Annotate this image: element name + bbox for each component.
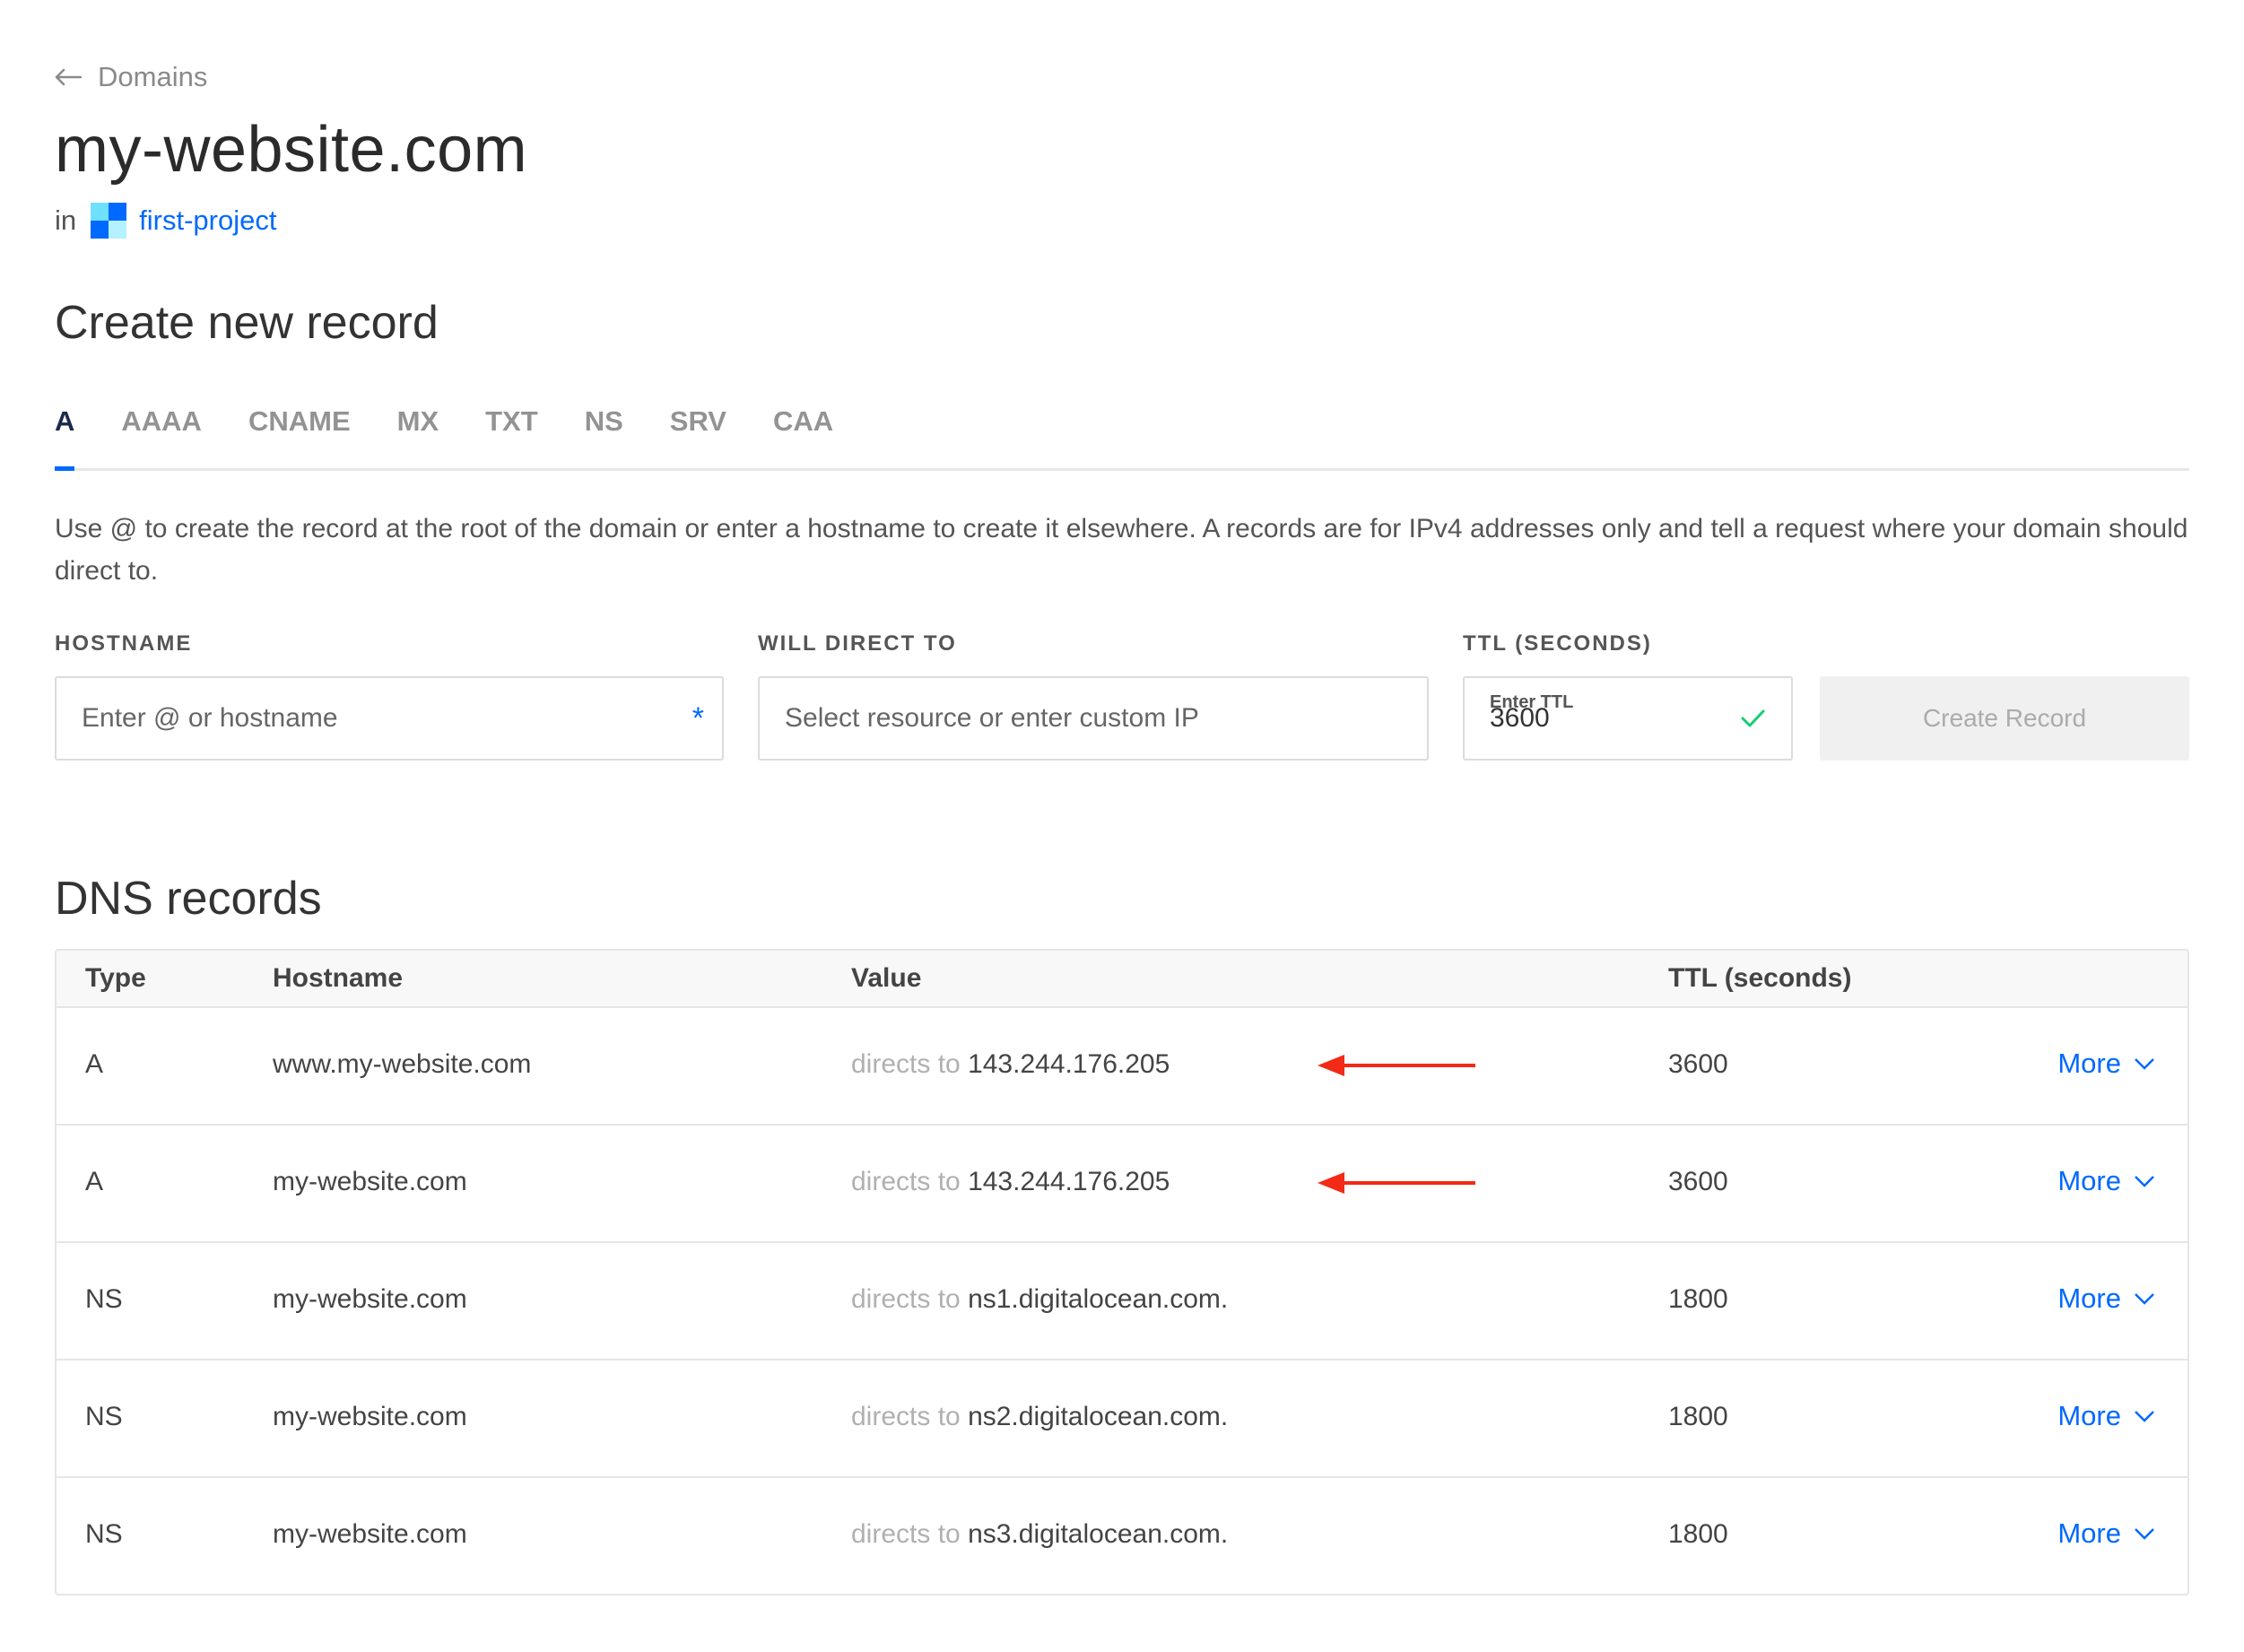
record-type: NS <box>85 1284 123 1314</box>
tab-mx[interactable]: MX <box>397 402 439 468</box>
table-row: A www.my-website.com directs to 143.244.… <box>57 1008 2187 1126</box>
hostname-label: HOSTNAME <box>55 631 193 656</box>
hostname-field: * <box>55 676 724 761</box>
check-icon <box>1741 709 1765 727</box>
table-row: NS my-website.com directs to ns1.digital… <box>57 1243 2187 1361</box>
project-icon <box>91 203 127 239</box>
more-label: More <box>2057 1048 2121 1079</box>
hostname-input[interactable] <box>82 678 614 759</box>
record-value-text: ns3.digitalocean.com. <box>968 1519 1229 1549</box>
record-type: NS <box>85 1402 123 1431</box>
more-label: More <box>2057 1400 2121 1431</box>
breadcrumb[interactable]: Domains <box>55 61 207 93</box>
record-hostname: my-website.com <box>273 1519 467 1549</box>
more-button[interactable]: More <box>2057 1400 2155 1432</box>
direct-label: WILL DIRECT TO <box>758 631 957 656</box>
more-label: More <box>2057 1165 2121 1196</box>
record-help-text: Use @ to create the record at the root o… <box>55 514 2188 586</box>
breadcrumb-label: Domains <box>98 61 208 92</box>
table-row: NS my-website.com directs to ns3.digital… <box>57 1478 2187 1594</box>
direct-field <box>758 676 1429 761</box>
more-label: More <box>2057 1282 2121 1314</box>
directs-to-prefix: directs to <box>851 1284 961 1314</box>
more-button[interactable]: More <box>2057 1517 2155 1550</box>
column-ttl: TTL (seconds) <box>1668 963 1852 993</box>
annotation-arrow-icon <box>1318 1055 1475 1076</box>
record-value: directs to 143.244.176.205 <box>851 1167 1170 1197</box>
dns-records-title: DNS records <box>55 873 322 925</box>
record-value-text: 143.244.176.205 <box>968 1049 1170 1079</box>
more-label: More <box>2057 1517 2121 1549</box>
record-hostname: my-website.com <box>273 1402 467 1431</box>
tab-a[interactable]: A <box>55 402 75 471</box>
record-ttl: 1800 <box>1668 1519 1728 1549</box>
record-value: directs to 143.244.176.205 <box>851 1049 1170 1080</box>
record-value-text: 143.244.176.205 <box>968 1167 1170 1196</box>
required-mark: * <box>691 701 704 735</box>
page-title: my-website.com <box>55 114 528 186</box>
more-button[interactable]: More <box>2057 1165 2155 1197</box>
record-ttl: 3600 <box>1668 1167 1728 1196</box>
record-value: directs to ns3.digitalocean.com. <box>851 1519 1228 1550</box>
record-type: A <box>85 1167 104 1196</box>
directs-to-prefix: directs to <box>851 1519 961 1549</box>
record-type: A <box>85 1049 104 1079</box>
table-row: A my-website.com directs to 143.244.176.… <box>57 1126 2187 1243</box>
chevron-down-icon <box>2135 1058 2154 1070</box>
chevron-down-icon <box>2135 1528 2154 1540</box>
record-ttl: 1800 <box>1668 1402 1728 1431</box>
directs-to-prefix: directs to <box>851 1402 961 1431</box>
record-hostname: www.my-website.com <box>273 1049 532 1079</box>
record-type: NS <box>85 1519 123 1549</box>
more-button[interactable]: More <box>2057 1048 2155 1080</box>
annotation-arrow-icon <box>1318 1172 1475 1194</box>
project-prefix: in <box>55 204 77 236</box>
more-button[interactable]: More <box>2057 1282 2155 1315</box>
record-value: directs to ns2.digitalocean.com. <box>851 1402 1228 1432</box>
ttl-input[interactable] <box>1490 678 1752 759</box>
chevron-down-icon <box>2135 1293 2154 1305</box>
tab-txt[interactable]: TXT <box>485 402 538 468</box>
directs-to-prefix: directs to <box>851 1049 961 1079</box>
dns-records-table: Type Hostname Value TTL (seconds) A www.… <box>55 949 2189 1595</box>
column-type: Type <box>85 963 146 993</box>
project-link[interactable]: first-project <box>139 204 276 237</box>
ttl-field: Enter TTL <box>1463 676 1793 761</box>
record-ttl: 1800 <box>1668 1284 1728 1314</box>
ttl-label: TTL (SECONDS) <box>1463 631 1652 656</box>
record-value: directs to ns1.digitalocean.com. <box>851 1284 1228 1315</box>
record-hostname: my-website.com <box>273 1167 467 1196</box>
tab-srv[interactable]: SRV <box>670 402 726 468</box>
record-value-text: ns1.digitalocean.com. <box>968 1284 1229 1314</box>
table-header: Type Hostname Value TTL (seconds) <box>57 951 2187 1008</box>
column-value: Value <box>851 963 922 993</box>
arrow-left-icon <box>55 68 82 86</box>
tab-cname[interactable]: CNAME <box>248 402 351 468</box>
project-line: in first-project <box>55 203 276 239</box>
create-record-button[interactable]: Create Record <box>1820 676 2189 761</box>
chevron-down-icon <box>2135 1411 2154 1422</box>
record-ttl: 3600 <box>1668 1049 1728 1079</box>
tab-aaaa[interactable]: AAAA <box>121 402 202 468</box>
record-type-tabs: A AAAA CNAME MX TXT NS SRV CAA <box>55 402 2189 471</box>
record-value-text: ns2.digitalocean.com. <box>968 1402 1229 1431</box>
column-hostname: Hostname <box>273 963 404 993</box>
create-record-title: Create new record <box>55 297 439 349</box>
direct-to-input[interactable] <box>785 678 1319 759</box>
tab-ns[interactable]: NS <box>585 402 623 468</box>
tab-caa[interactable]: CAA <box>773 402 833 468</box>
table-row: NS my-website.com directs to ns2.digital… <box>57 1361 2187 1478</box>
record-hostname: my-website.com <box>273 1284 467 1314</box>
chevron-down-icon <box>2135 1176 2154 1187</box>
directs-to-prefix: directs to <box>851 1167 961 1196</box>
